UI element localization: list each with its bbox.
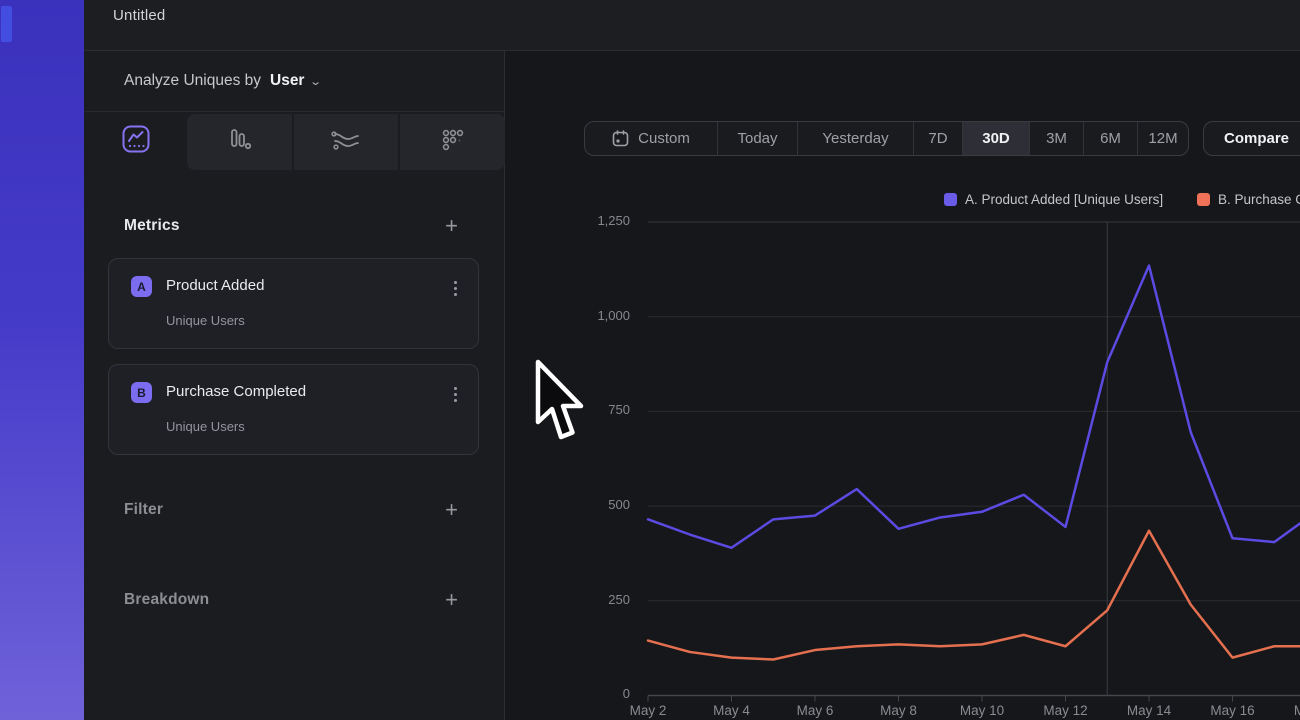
- mouse-cursor: [534, 359, 584, 443]
- line-chart-plot: [0, 0, 1300, 720]
- app-window: Untitled Analyze Uniques by User ⌄: [0, 0, 1300, 720]
